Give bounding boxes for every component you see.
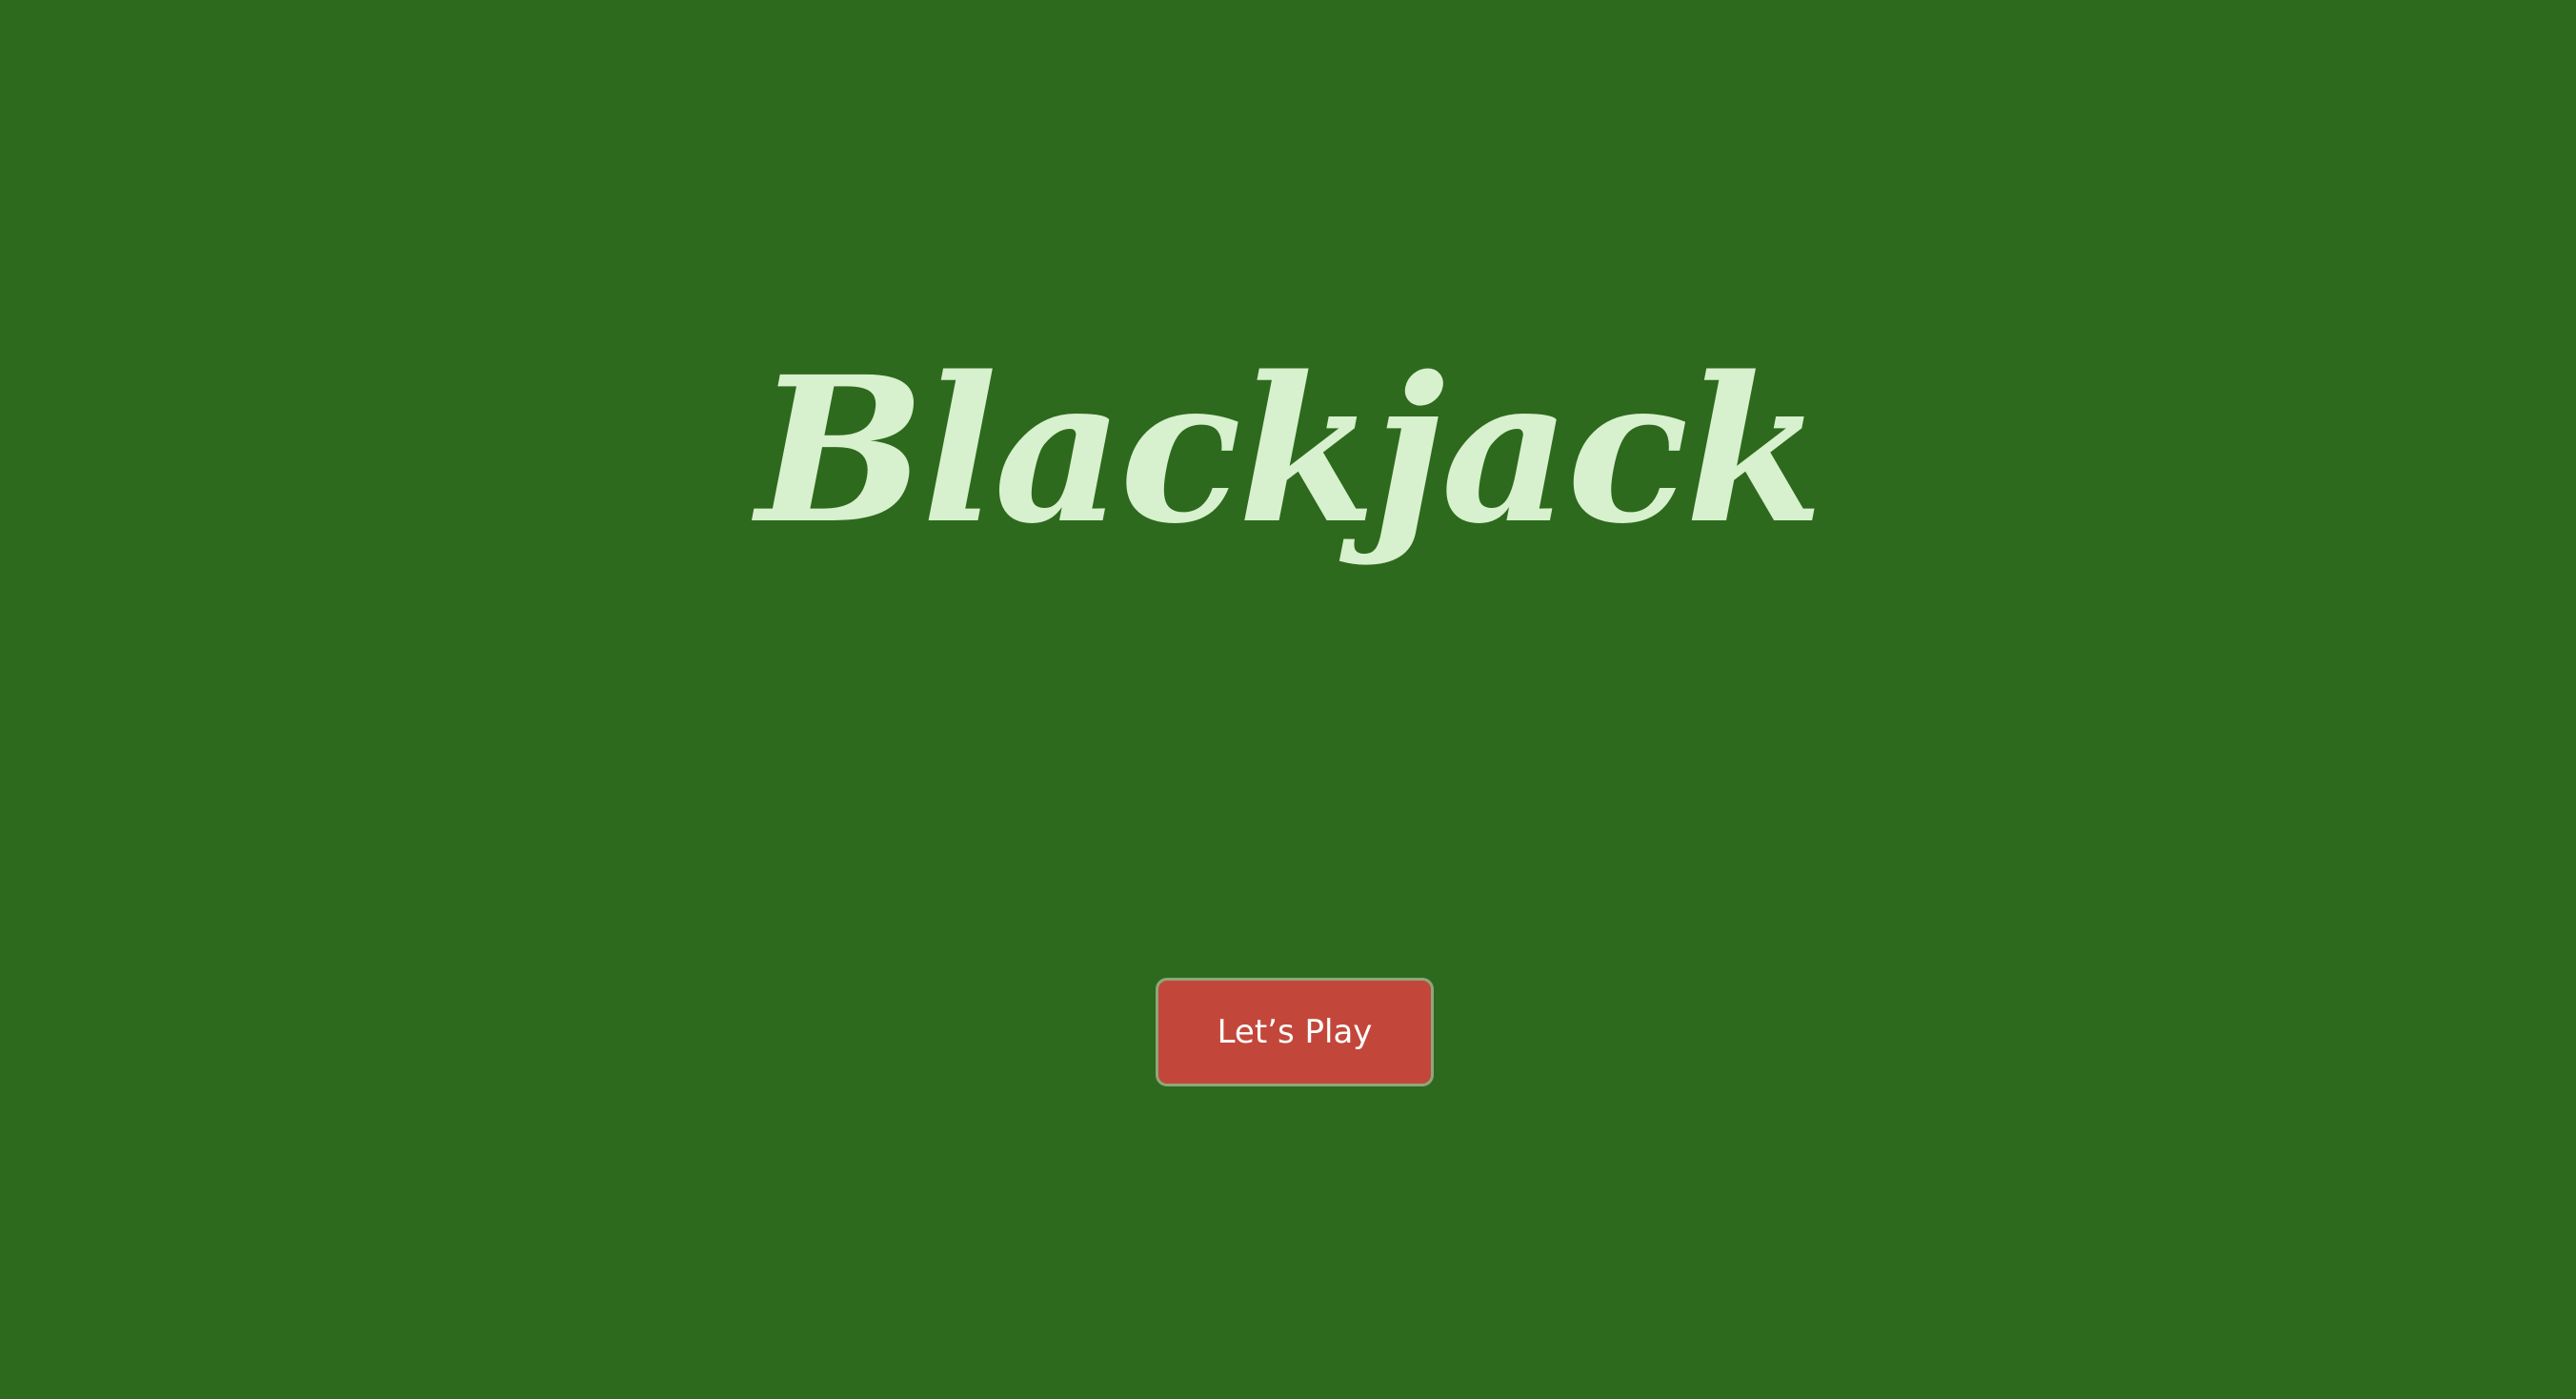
game-start-screen: Blackjack Let’s Play xyxy=(0,0,2576,1399)
lets-play-button[interactable]: Let’s Play xyxy=(1156,978,1434,1086)
game-title: Blackjack xyxy=(755,333,1823,568)
